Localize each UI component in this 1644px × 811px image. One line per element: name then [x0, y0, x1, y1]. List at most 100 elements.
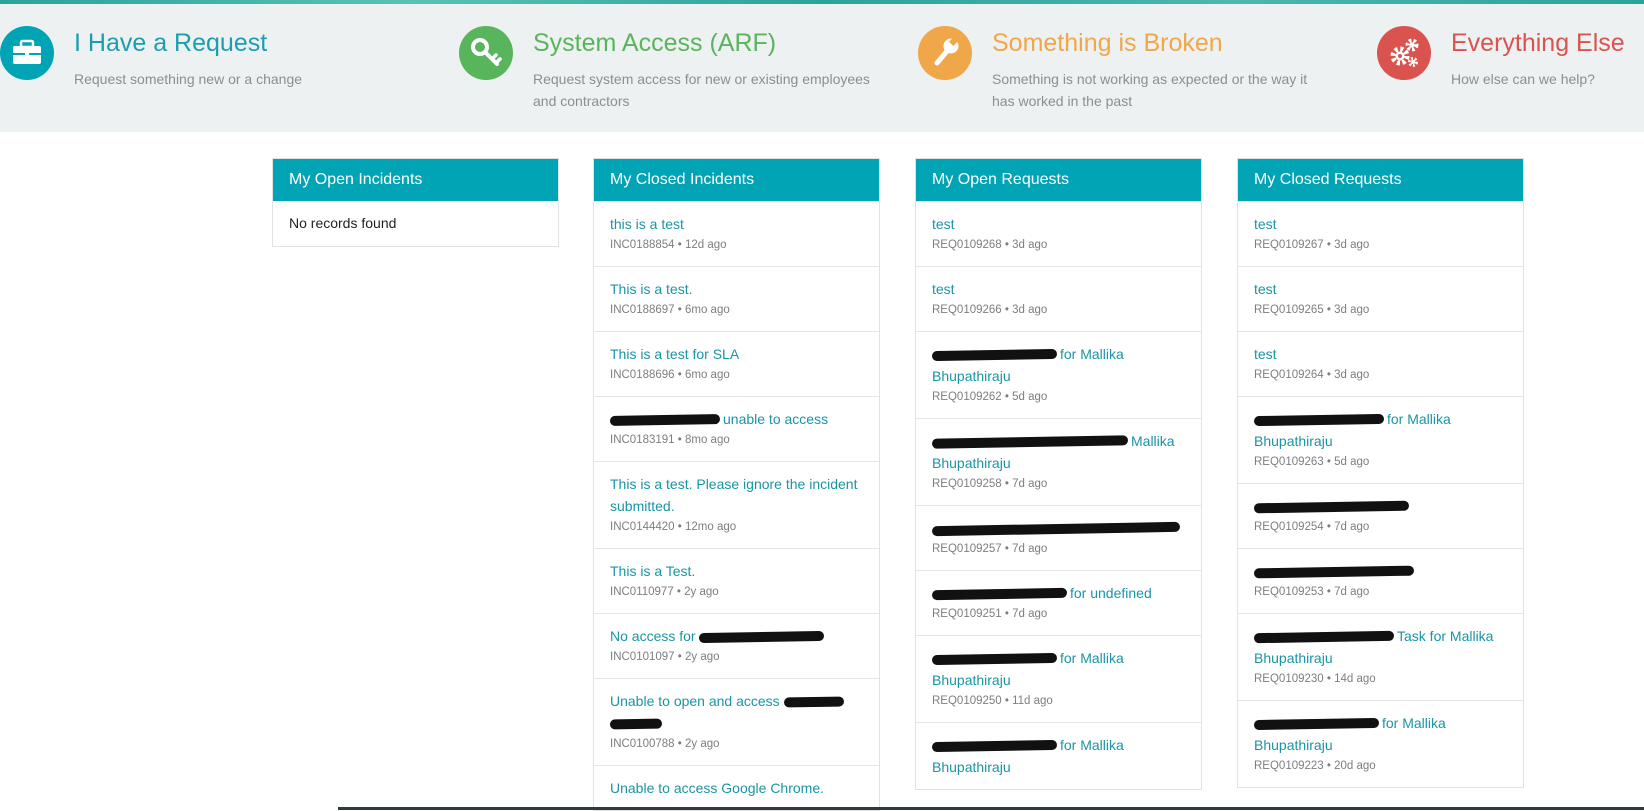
- item-link[interactable]: test: [932, 278, 1189, 300]
- item-meta: INC0183191 • 8mo ago: [610, 434, 730, 446]
- item-meta: REQ0109254 • 7d ago: [1254, 521, 1370, 533]
- list-item[interactable]: test REQ0109264 • 3d ago: [1238, 331, 1523, 396]
- item-link[interactable]: test: [1254, 213, 1511, 235]
- item-meta: INC0144420 • 12mo ago: [610, 521, 737, 533]
- panel-my-open-requests: My Open Requests test REQ0109268 • 3d ag…: [915, 158, 1202, 790]
- list-item[interactable]: Task for Mallika Bhupathiraju REQ0109230…: [1238, 613, 1523, 700]
- redaction-mark: [783, 696, 844, 708]
- redaction-mark: [931, 435, 1129, 450]
- item-meta: REQ0109267 • 3d ago: [1254, 239, 1370, 251]
- item-link[interactable]: This is a Test.: [610, 560, 867, 582]
- list-item[interactable]: This is a Test. INC0110977 • 2y ago: [594, 548, 879, 613]
- item-meta: REQ0109268 • 3d ago: [932, 239, 1048, 251]
- redaction-mark: [931, 740, 1058, 753]
- tile-title[interactable]: Something is Broken: [992, 26, 1223, 60]
- panel-heading: My Open Requests: [916, 159, 1201, 201]
- list-item[interactable]: for Mallika Bhupathiraju REQ0109262 • 5d…: [916, 331, 1201, 418]
- item-meta: INC0188854 • 12d ago: [610, 239, 727, 251]
- item-link-wrapper[interactable]: for Mallika Bhupathiraju: [931, 343, 1189, 387]
- list-item[interactable]: REQ0109257 • 7d ago: [916, 505, 1201, 570]
- list-item[interactable]: Unable to access Google Chrome.: [594, 765, 879, 810]
- panel-heading: My Closed Incidents: [594, 159, 879, 201]
- item-link-wrapper[interactable]: for Mallika Bhupathiraju: [1253, 712, 1511, 756]
- item-meta: INC0101097 • 2y ago: [610, 651, 720, 663]
- list-item[interactable]: this is a test INC0188854 • 12d ago: [594, 201, 879, 266]
- item-meta: INC0188697 • 6mo ago: [610, 304, 730, 316]
- item-link[interactable]: for undefined: [1070, 585, 1152, 601]
- item-link[interactable]: unable to access: [723, 411, 828, 427]
- item-link[interactable]: This is a test. Please ignore the incide…: [610, 473, 867, 517]
- item-meta: REQ0109250 • 11d ago: [932, 695, 1053, 707]
- list-item[interactable]: No access for INC0101097 • 2y ago: [594, 613, 879, 678]
- tile-description: Request something new or a change: [74, 71, 303, 87]
- panel-my-closed-requests: My Closed Requests test REQ0109267 • 3d …: [1237, 158, 1524, 788]
- item-meta: REQ0109264 • 3d ago: [1254, 369, 1370, 381]
- item-meta: REQ0109223 • 20d ago: [1254, 760, 1376, 772]
- list-item[interactable]: Unable to open and access INC0100788 • 2…: [594, 678, 879, 765]
- item-link-wrapper[interactable]: for Mallika Bhupathiraju: [1253, 408, 1511, 452]
- item-link[interactable]: test: [1254, 278, 1511, 300]
- list-item[interactable]: for Mallika Bhupathiraju: [916, 722, 1201, 789]
- item-link-wrapper[interactable]: [1253, 560, 1511, 582]
- item-link-wrapper[interactable]: for Mallika Bhupathiraju: [931, 647, 1189, 691]
- item-link-wrapper[interactable]: Task for Mallika Bhupathiraju: [1253, 625, 1511, 669]
- list-item[interactable]: for Mallika Bhupathiraju REQ0109223 • 20…: [1238, 700, 1523, 787]
- panel-heading: My Open Incidents: [273, 159, 558, 201]
- list-item[interactable]: This is a test for SLA INC0188696 • 6mo …: [594, 331, 879, 396]
- item-link-wrapper[interactable]: for undefined: [931, 582, 1189, 604]
- list-item[interactable]: This is a test. Please ignore the incide…: [594, 461, 879, 548]
- tile-title[interactable]: System Access (ARF): [533, 26, 776, 60]
- tile-title[interactable]: Everything Else: [1451, 26, 1625, 60]
- item-link-wrapper[interactable]: Mallika Bhupathiraju: [931, 430, 1189, 474]
- redaction-mark: [1253, 414, 1385, 427]
- item-meta: INC0110977 • 2y ago: [610, 586, 719, 598]
- item-link-wrapper[interactable]: for Mallika Bhupathiraju: [931, 734, 1189, 778]
- redaction-mark: [931, 522, 1181, 537]
- redaction-mark: [699, 631, 825, 644]
- list-item[interactable]: Mallika Bhupathiraju REQ0109258 • 7d ago: [916, 418, 1201, 505]
- list-item[interactable]: REQ0109253 • 7d ago: [1238, 548, 1523, 613]
- list-item[interactable]: for undefined REQ0109251 • 7d ago: [916, 570, 1201, 635]
- list-item[interactable]: for Mallika Bhupathiraju REQ0109263 • 5d…: [1238, 396, 1523, 483]
- redaction-mark: [1253, 500, 1410, 514]
- item-link-wrapper[interactable]: unable to access: [609, 408, 867, 430]
- panel-my-open-incidents: My Open Incidents No records found: [272, 158, 559, 247]
- item-link[interactable]: This is a test for SLA: [610, 343, 867, 365]
- briefcase-icon: [0, 26, 54, 80]
- item-link-wrapper[interactable]: [931, 517, 1189, 539]
- redaction-mark: [609, 414, 721, 427]
- panel-heading: My Closed Requests: [1238, 159, 1523, 201]
- item-link[interactable]: This is a test.: [610, 278, 867, 300]
- item-link[interactable]: Unable to open and access: [610, 693, 780, 709]
- list-item[interactable]: test REQ0109268 • 3d ago: [916, 201, 1201, 266]
- tile-title[interactable]: I Have a Request: [74, 26, 267, 60]
- item-link-wrapper[interactable]: No access for: [610, 625, 867, 647]
- item-link[interactable]: this is a test: [610, 213, 867, 235]
- list-item[interactable]: test REQ0109266 • 3d ago: [916, 266, 1201, 331]
- gears-icon: [1377, 26, 1431, 80]
- empty-state: No records found: [289, 215, 397, 231]
- panel-my-closed-incidents: My Closed Incidents this is a test INC01…: [593, 158, 880, 811]
- redaction-mark: [931, 588, 1068, 601]
- item-link[interactable]: No access for: [610, 628, 696, 644]
- list-item[interactable]: unable to access INC0183191 • 8mo ago: [594, 396, 879, 461]
- item-link[interactable]: test: [932, 213, 1189, 235]
- tile-description: How else can we help?: [1451, 71, 1595, 87]
- tile-description: Request system access for new or existin…: [533, 71, 870, 109]
- redaction-mark: [609, 718, 663, 730]
- list-item[interactable]: REQ0109254 • 7d ago: [1238, 483, 1523, 548]
- item-link[interactable]: Unable to access Google Chrome.: [610, 777, 867, 799]
- list-item[interactable]: test REQ0109267 • 3d ago: [1238, 201, 1523, 266]
- list-item[interactable]: test REQ0109265 • 3d ago: [1238, 266, 1523, 331]
- tile-description: Something is not working as expected or …: [992, 71, 1308, 109]
- list-item[interactable]: This is a test. INC0188697 • 6mo ago: [594, 266, 879, 331]
- item-link[interactable]: test: [1254, 343, 1511, 365]
- item-meta: REQ0109266 • 3d ago: [932, 304, 1048, 316]
- wrench-icon: [918, 26, 972, 80]
- item-link-wrapper[interactable]: [1253, 495, 1511, 517]
- list-item[interactable]: for Mallika Bhupathiraju REQ0109250 • 11…: [916, 635, 1201, 722]
- item-link-wrapper[interactable]: Unable to open and access: [609, 690, 867, 734]
- redaction-mark: [931, 349, 1058, 362]
- redaction-mark: [931, 653, 1058, 666]
- catalog-hero: I Have a Request Request something new o…: [0, 4, 1644, 132]
